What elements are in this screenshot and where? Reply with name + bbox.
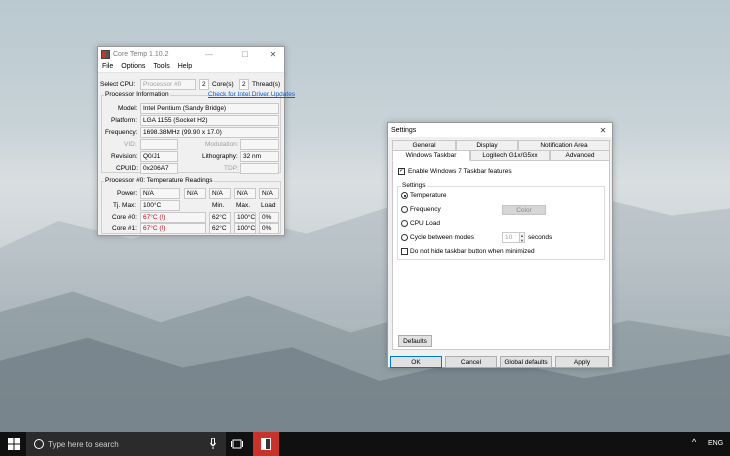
frequency-label: Frequency: — [105, 129, 138, 136]
menu-help[interactable]: Help — [178, 63, 192, 70]
tdp-value — [240, 163, 279, 174]
microphone-icon[interactable] — [210, 437, 216, 452]
maximize-icon[interactable]: ☐ — [234, 47, 256, 61]
no-hide-label: Do not hide taskbar button when minimize… — [410, 248, 535, 255]
cores-count: 2 — [199, 79, 209, 90]
coretemp-taskbar-icon — [261, 438, 271, 450]
power-other: N/A — [259, 188, 279, 199]
settings-group-title: Settings — [401, 182, 427, 189]
cycle-seconds-input[interactable]: 10 — [502, 232, 520, 243]
core0-temp: 67°C (!) — [140, 212, 206, 223]
power-label: Power: — [117, 190, 138, 197]
lithography-value: 32 nm — [240, 151, 279, 162]
coretemp-titlebar[interactable]: Core Temp 1.10.2 — ☐ ✕ — [98, 47, 284, 61]
power-cores: N/A — [184, 188, 206, 199]
cpuid-value: 0x206A7 — [140, 163, 178, 174]
core1-max: 100°C — [234, 223, 256, 234]
vid-label: VID: — [124, 141, 137, 148]
model-value: Intel Pentium (Sandy Bridge) — [140, 103, 279, 114]
core1-label: Core #1: — [112, 225, 137, 232]
cycle-modes-label: Cycle between modes — [410, 234, 474, 241]
threads-label: Thread(s) — [252, 81, 281, 88]
core0-min: 62°C — [209, 212, 231, 223]
task-view-icon[interactable] — [230, 438, 244, 450]
cores-label: Core(s) — [212, 81, 234, 88]
frequency-value: 1698.38MHz (99.90 x 17.0) — [140, 127, 279, 138]
chevron-up-icon[interactable]: ^ — [692, 437, 696, 447]
close-icon[interactable]: ✕ — [262, 47, 284, 61]
platform-value: LGA 1155 (Socket H2) — [140, 115, 279, 126]
minimize-icon[interactable]: — — [198, 47, 220, 61]
tdp-label: TDP: — [224, 165, 239, 172]
power-package: N/A — [140, 188, 180, 199]
modulation-label: Modulation: — [205, 141, 239, 148]
tjmax-label: Tj. Max: — [113, 202, 137, 209]
select-cpu-label: Select CPU: — [100, 81, 136, 88]
cycle-stepper-icon[interactable]: ▲ ▼ — [519, 232, 525, 243]
no-hide-checkbox[interactable] — [401, 248, 408, 255]
coretemp-title: Core Temp 1.10.2 — [113, 50, 169, 58]
cancel-button[interactable]: Cancel — [445, 356, 497, 368]
power-uncore: N/A — [209, 188, 231, 199]
core1-temp: 67°C (!) — [140, 223, 206, 234]
cpu-load-radio[interactable] — [401, 220, 408, 227]
ok-button[interactable]: OK — [390, 356, 442, 368]
search-placeholder: Type here to search — [48, 439, 119, 449]
settings-dialog: Settings ✕ General Display Notification … — [387, 122, 613, 368]
cortana-icon — [34, 439, 44, 449]
core1-min: 62°C — [209, 223, 231, 234]
cycle-modes-radio[interactable] — [401, 234, 408, 241]
menu-options[interactable]: Options — [121, 63, 145, 70]
threads-count: 2 — [239, 79, 249, 90]
global-defaults-button[interactable]: Global defaults — [500, 356, 552, 368]
coretemp-app-icon — [101, 49, 110, 59]
temperature-radio[interactable] — [401, 192, 408, 199]
coretemp-taskbar-button[interactable] — [253, 432, 279, 456]
lithography-label: Lithography: — [202, 153, 238, 160]
processor-select[interactable]: Processor #0 — [140, 79, 196, 90]
vid-value — [140, 139, 178, 150]
language-indicator[interactable]: ENG — [708, 440, 723, 447]
menu-tools[interactable]: Tools — [153, 63, 169, 70]
tjmax-value: 100°C — [140, 200, 180, 211]
load-header: Load — [261, 202, 276, 209]
frequency-radio[interactable] — [401, 206, 408, 213]
apply-button[interactable]: Apply — [555, 356, 609, 368]
seconds-label: seconds — [528, 234, 553, 241]
enable-taskbar-checkbox[interactable]: ✓ — [398, 168, 405, 175]
revision-label: Revision: — [111, 153, 138, 160]
platform-label: Platform: — [111, 117, 138, 124]
core0-max: 100°C — [234, 212, 256, 223]
defaults-button[interactable]: Defaults — [398, 335, 432, 347]
coretemp-menubar: File Options Tools Help — [98, 61, 284, 73]
power-dram: N/A — [234, 188, 256, 199]
color-button[interactable]: Color — [502, 205, 546, 215]
cpuid-label: CPUID: — [116, 165, 139, 172]
driver-update-link[interactable]: Check for Intel Driver Updates — [208, 91, 295, 98]
enable-taskbar-label: Enable Windows 7 Taskbar features — [408, 168, 512, 175]
settings-close-icon[interactable]: ✕ — [592, 123, 614, 137]
core0-load: 0% — [259, 212, 279, 223]
max-header: Max. — [236, 202, 251, 209]
core1-load: 0% — [259, 223, 279, 234]
menu-file[interactable]: File — [102, 63, 113, 70]
processor-info-title: Processor Information — [104, 91, 170, 98]
temperature-label: Temperature — [410, 192, 447, 199]
revision-value: Q0/J1 — [140, 151, 178, 162]
taskbar: Type here to search ^ ENG — [0, 432, 730, 456]
min-header: Min. — [212, 202, 225, 209]
frequency-option-label: Frequency — [410, 206, 441, 213]
modulation-value — [240, 139, 279, 150]
coretemp-window: Core Temp 1.10.2 — ☐ ✕ File Options Tool… — [97, 46, 295, 236]
core0-label: Core #0: — [112, 214, 137, 221]
settings-titlebar[interactable]: Settings ✕ — [388, 123, 612, 137]
tab-windows-taskbar[interactable]: Windows Taskbar — [392, 150, 470, 161]
temperature-title: Processor #0: Temperature Readings — [104, 177, 214, 184]
model-label: Model: — [118, 105, 138, 112]
settings-title: Settings — [391, 126, 417, 134]
taskbar-search-box[interactable]: Type here to search — [26, 432, 226, 456]
cpu-load-label: CPU Load — [410, 220, 440, 227]
windows-start-icon[interactable] — [7, 437, 21, 451]
